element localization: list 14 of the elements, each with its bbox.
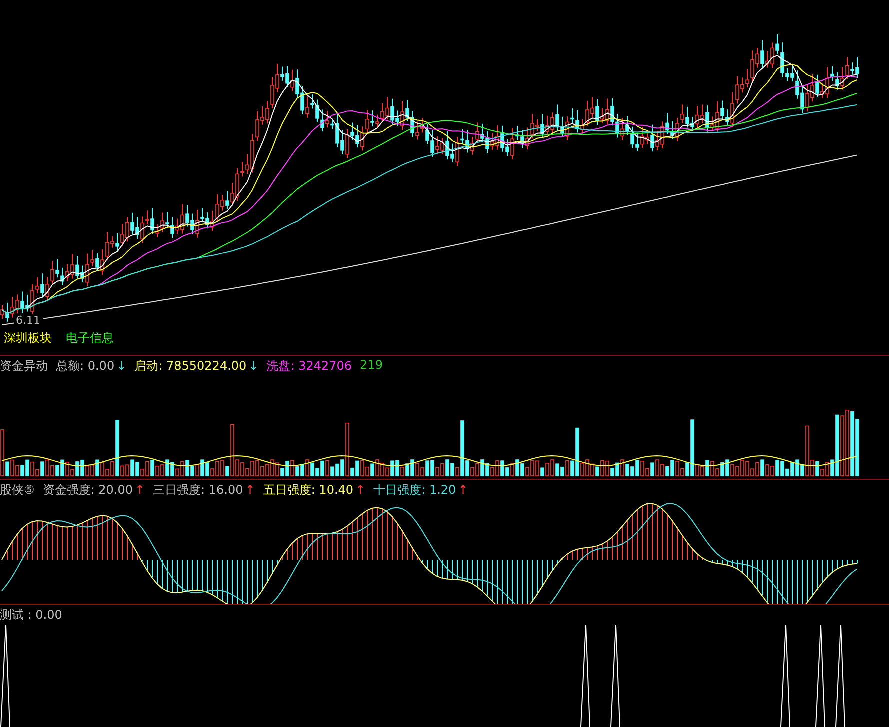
indicator-label: 219 — [360, 358, 383, 374]
sector-label: 电子信息 — [66, 330, 114, 347]
indicator-label: 三日强度: 16.00 ↑ — [153, 482, 256, 499]
sector-label: 深圳板块 — [4, 330, 52, 347]
indicator-label: 总额: 0.00 ↓ — [56, 358, 127, 375]
indicator-label: 五日强度: 10.40 ↑ — [263, 482, 366, 499]
indicator-label: 十日强度: 1.20 ↑ — [374, 482, 468, 499]
indicator-label: 资金异动 — [0, 358, 48, 375]
indicator-label: 启动: 78550224.00 ↓ — [134, 358, 259, 375]
price-low-label: 6.11 — [14, 314, 42, 327]
indicator-label: 资金强度: 20.00 ↑ — [42, 482, 146, 499]
indicator-label: 测试 : 0.00 — [0, 607, 62, 624]
indicator-label: 洗盘: 3242706 — [266, 358, 352, 375]
indicator-label: 股侠⑤ — [0, 482, 35, 499]
